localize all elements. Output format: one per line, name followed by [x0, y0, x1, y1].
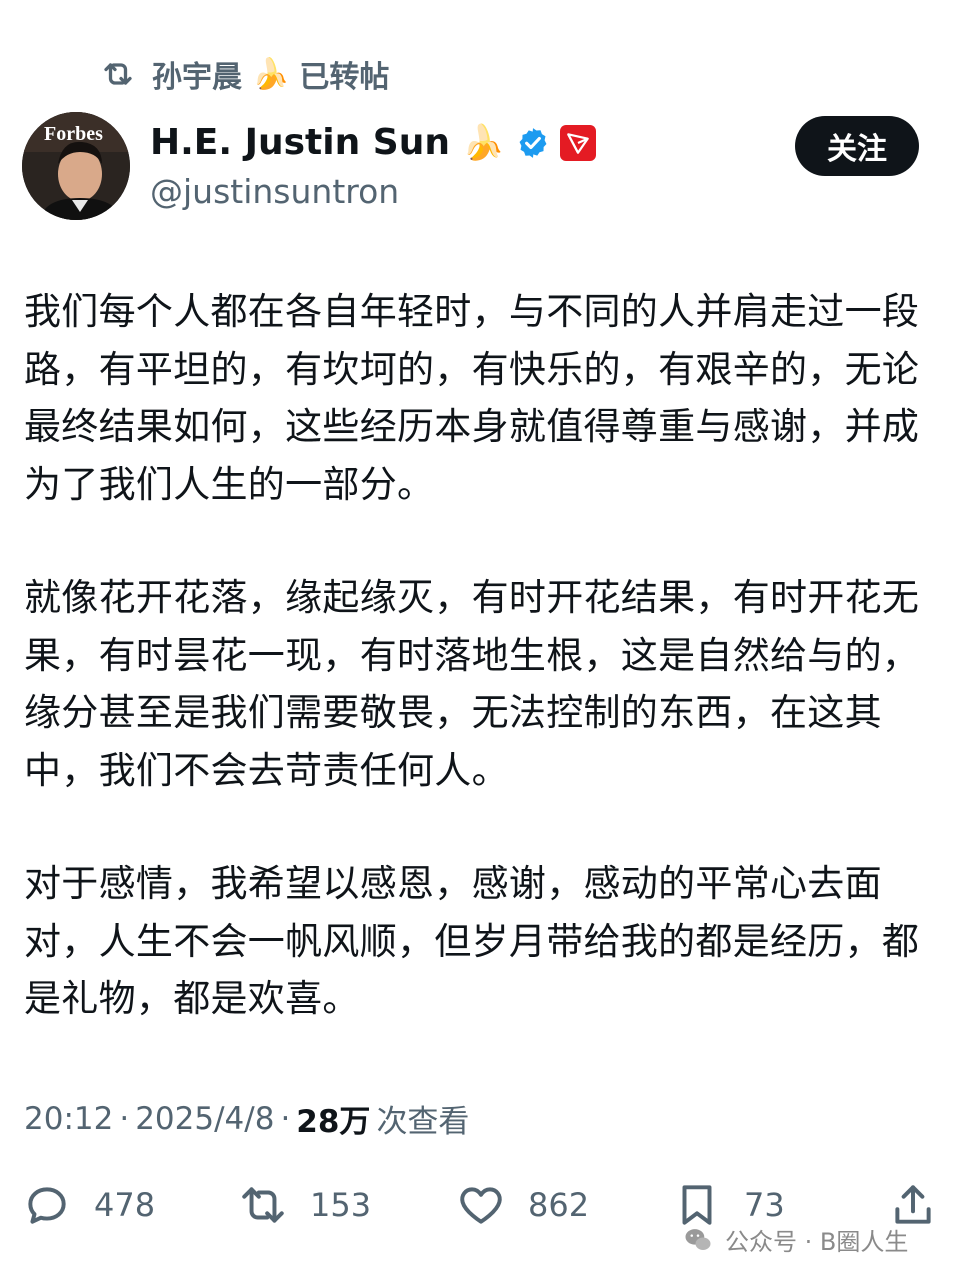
tweet-time[interactable]: 20:12 [24, 1101, 113, 1137]
repost-label: 已转帖 [299, 60, 390, 95]
reply-icon [28, 1187, 66, 1224]
repost-icon [104, 63, 132, 85]
meta-separator: · [280, 1100, 291, 1137]
tweet-paragraph: 我们每个人都在各自年轻时，与不同的人并肩走过一段路，有平坦的，有坎坷的，有快乐的… [24, 290, 920, 506]
repost-count: 153 [310, 1186, 372, 1224]
tweet-body: 我们每个人都在各自年轻时，与不同的人并肩走过一段路，有平坦的，有坎坷的，有快乐的… [24, 283, 924, 1084]
banana-emoji: 🍌 [252, 56, 290, 92]
watermark-text: 公众号 · B圈人生 [725, 1228, 909, 1256]
view-label: 次查看 [376, 1104, 470, 1140]
avatar-text: Forbes [44, 123, 103, 145]
tweet-meta: 20:12 · 2025/4/8 · 28万 次查看 [24, 1096, 469, 1141]
view-count[interactable]: 28万 [296, 1096, 370, 1141]
reposter-name: 孙宇晨 [152, 60, 242, 95]
tweet-page: 孙宇晨 🍌 已转帖 Forbes H.E. Justin Sun 🍌 @just… [0, 0, 960, 1276]
follow-button[interactable]: 关注 [795, 116, 919, 176]
meta-separator: · [119, 1100, 130, 1137]
repost-button[interactable]: 153 [238, 1180, 371, 1230]
avatar[interactable]: Forbes [22, 112, 130, 220]
like-icon [460, 1187, 502, 1224]
repost-indicator[interactable]: 孙宇晨 🍌 已转帖 [100, 52, 389, 96]
bookmark-count: 73 [744, 1186, 785, 1224]
reply-count: 478 [94, 1186, 156, 1224]
verified-icon [519, 127, 547, 158]
tweet-date[interactable]: 2025/4/8 [135, 1101, 274, 1137]
reply-button[interactable]: 478 [22, 1180, 155, 1230]
watermark: 公众号 · B圈人生 [683, 1222, 908, 1257]
author-display-name[interactable]: H.E. Justin Sun [150, 122, 450, 163]
tweet-paragraph: 对于感情，我希望以感恩，感谢，感动的平常心去面对，人生不会一帆风顺，但岁月带给我… [24, 862, 920, 1020]
like-count: 862 [528, 1186, 590, 1224]
like-button[interactable]: 862 [456, 1180, 589, 1230]
author-name-row[interactable]: H.E. Justin Sun 🍌 [150, 122, 597, 163]
repost-icon [242, 1187, 284, 1223]
tweet-paragraph: 就像花开花落，缘起缘灭，有时开花结果，有时开花无果，有时昙花一现，有时落地生根，… [24, 576, 920, 792]
author-handle[interactable]: @justinsuntron [150, 172, 399, 211]
banana-emoji: 🍌 [461, 122, 505, 163]
wechat-icon [685, 1228, 711, 1250]
tron-icon [560, 124, 597, 161]
